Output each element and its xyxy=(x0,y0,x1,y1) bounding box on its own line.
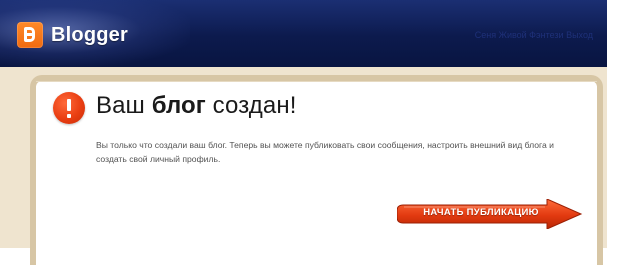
panel-top-divider xyxy=(36,81,597,82)
title-part-2: создан! xyxy=(205,92,297,119)
page-right-edge xyxy=(607,0,617,248)
header-bar: Blogger Сеня Живой Фэнтези Выход xyxy=(0,0,607,67)
start-posting-button[interactable]: НАЧАТЬ ПУБЛИКАЦИЮ xyxy=(397,199,583,229)
title-part-1: Ваш xyxy=(96,92,152,119)
confirmation-message: Вы только что создали ваш блог. Теперь в… xyxy=(96,140,554,164)
exclamation-icon xyxy=(53,92,85,124)
title-bold-word: блог xyxy=(151,92,206,119)
blogger-logo[interactable]: Blogger xyxy=(17,22,128,48)
header-links[interactable]: Сеня Живой Фэнтези Выход xyxy=(475,30,593,40)
brand-name: Blogger xyxy=(51,23,128,46)
blogger-logo-icon xyxy=(17,22,43,48)
page-title: Ваш блог создан! xyxy=(96,92,296,120)
start-posting-label: НАЧАТЬ ПУБЛИКАЦИЮ xyxy=(423,207,539,218)
